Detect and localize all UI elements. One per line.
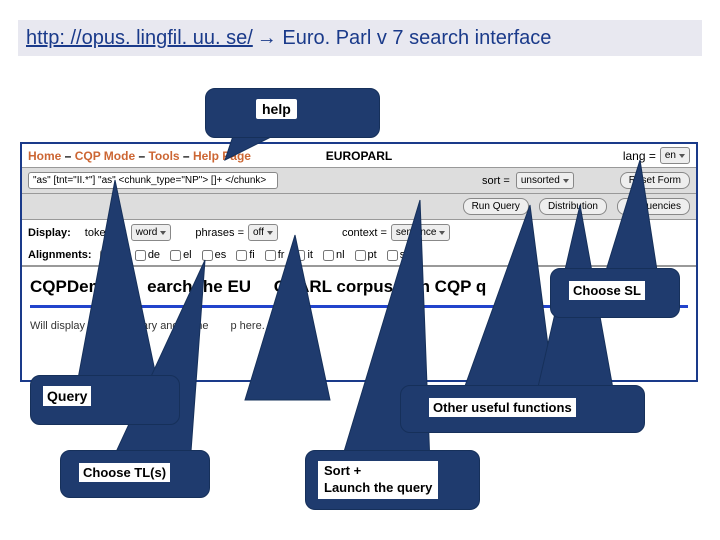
query-row-1: sort = unsorted Reset Form	[22, 168, 696, 194]
title-rest: → Euro. Parl v 7 search interface	[257, 27, 552, 50]
checkbox-el[interactable]	[170, 250, 181, 261]
chevron-down-icon	[679, 154, 685, 158]
checkbox-fi[interactable]	[236, 250, 247, 261]
align-label-es: es	[215, 249, 227, 261]
query-input[interactable]	[28, 172, 278, 189]
reset-button[interactable]: Reset Form	[620, 172, 690, 189]
phrases-label: phrases =	[195, 227, 244, 239]
checkbox-sv[interactable]	[387, 250, 398, 261]
callout-other-label: Other useful functions	[429, 398, 576, 417]
callout-help-label: help	[256, 99, 297, 119]
nav-cqp[interactable]: CQP Mode	[75, 149, 135, 163]
page-title-bar: http: //opus. lingfil. uu. se/ → Euro. P…	[18, 20, 702, 56]
context-label: context =	[342, 227, 387, 239]
checkbox-da[interactable]	[100, 250, 111, 261]
checkbox-fr[interactable]	[265, 250, 276, 261]
tokens-label: tokens =	[85, 227, 127, 239]
align-checkbox-fr[interactable]: fr	[265, 249, 285, 261]
phrases-select[interactable]: off	[248, 224, 278, 241]
align-label-fi: fi	[249, 249, 255, 261]
context-select[interactable]: sentence	[391, 224, 451, 241]
opus-link[interactable]: http: //opus. lingfil. uu. se/	[26, 27, 253, 50]
callout-other-functions: Other useful functions	[400, 385, 645, 433]
align-checkbox-it[interactable]: it	[294, 249, 313, 261]
callout-choose-sl: Choose SL	[550, 268, 680, 318]
align-label-de: de	[148, 249, 160, 261]
nav-bar: Home – CQP Mode – Tools – Help Page EURO…	[22, 144, 696, 168]
sort-label: sort =	[482, 175, 510, 187]
align-checkbox-sv[interactable]: sv	[387, 249, 411, 261]
checkbox-de[interactable]	[135, 250, 146, 261]
align-checkbox-nl[interactable]: nl	[323, 249, 345, 261]
lang-label: lang =	[623, 149, 656, 163]
nav-tools[interactable]: Tools	[148, 149, 179, 163]
lang-area: lang = en	[623, 147, 690, 164]
chevron-down-icon	[563, 179, 569, 183]
align-label-it: it	[307, 249, 313, 261]
alignments-label: Alignments:	[28, 249, 92, 261]
align-label-nl: nl	[336, 249, 345, 261]
callout-query-label: Query	[43, 386, 91, 406]
chevron-down-icon	[160, 231, 166, 235]
checkbox-es[interactable]	[202, 250, 213, 261]
align-checkbox-da[interactable]: da	[100, 249, 125, 261]
align-label-el: el	[183, 249, 192, 261]
chevron-down-icon	[267, 231, 273, 235]
nav-links: Home – CQP Mode – Tools – Help Page	[28, 149, 251, 163]
lang-select[interactable]: en	[660, 147, 690, 164]
display-row: Display: tokens = word phrases = off con…	[22, 220, 696, 245]
search-interface: Home – CQP Mode – Tools – Help Page EURO…	[20, 142, 698, 382]
callout-choose-tl-label: Choose TL(s)	[79, 463, 170, 482]
align-label-da: da	[113, 249, 125, 261]
nav-home[interactable]: Home	[28, 149, 61, 163]
callout-query: Query	[30, 375, 180, 425]
align-label-pt: pt	[368, 249, 377, 261]
callout-sort-launch: Sort + Launch the query	[305, 450, 480, 510]
align-checkbox-es[interactable]: es	[202, 249, 227, 261]
callout-choose-sl-label: Choose SL	[569, 281, 645, 300]
align-checkbox-pt[interactable]: pt	[355, 249, 377, 261]
frequencies-button[interactable]: Frequencies	[617, 198, 690, 215]
callout-sort-label: Sort + Launch the query	[318, 461, 438, 499]
display-label: Display:	[28, 227, 71, 239]
corpus-name: EUROPARL	[326, 149, 392, 163]
distribution-button[interactable]: Distribution	[539, 198, 607, 215]
nav-help[interactable]: Help Page	[193, 149, 251, 163]
alignments-row: Alignments: da de el es fi fr it nl pt sv	[22, 245, 696, 267]
query-row-2: Run Query Distribution Frequencies	[22, 194, 696, 220]
alignment-checkboxes: da de el es fi fr it nl pt sv	[100, 249, 411, 261]
align-label-sv: sv	[400, 249, 411, 261]
checkbox-pt[interactable]	[355, 250, 366, 261]
sort-select[interactable]: unsorted	[516, 172, 574, 189]
chevron-down-icon	[439, 231, 445, 235]
align-checkbox-el[interactable]: el	[170, 249, 192, 261]
run-query-button[interactable]: Run Query	[463, 198, 529, 215]
align-checkbox-fi[interactable]: fi	[236, 249, 255, 261]
checkbox-nl[interactable]	[323, 250, 334, 261]
align-checkbox-de[interactable]: de	[135, 249, 160, 261]
checkbox-it[interactable]	[294, 250, 305, 261]
tokens-select[interactable]: word	[131, 224, 172, 241]
callout-help: help	[205, 88, 380, 138]
align-label-fr: fr	[278, 249, 285, 261]
callout-choose-tl: Choose TL(s)	[60, 450, 210, 498]
